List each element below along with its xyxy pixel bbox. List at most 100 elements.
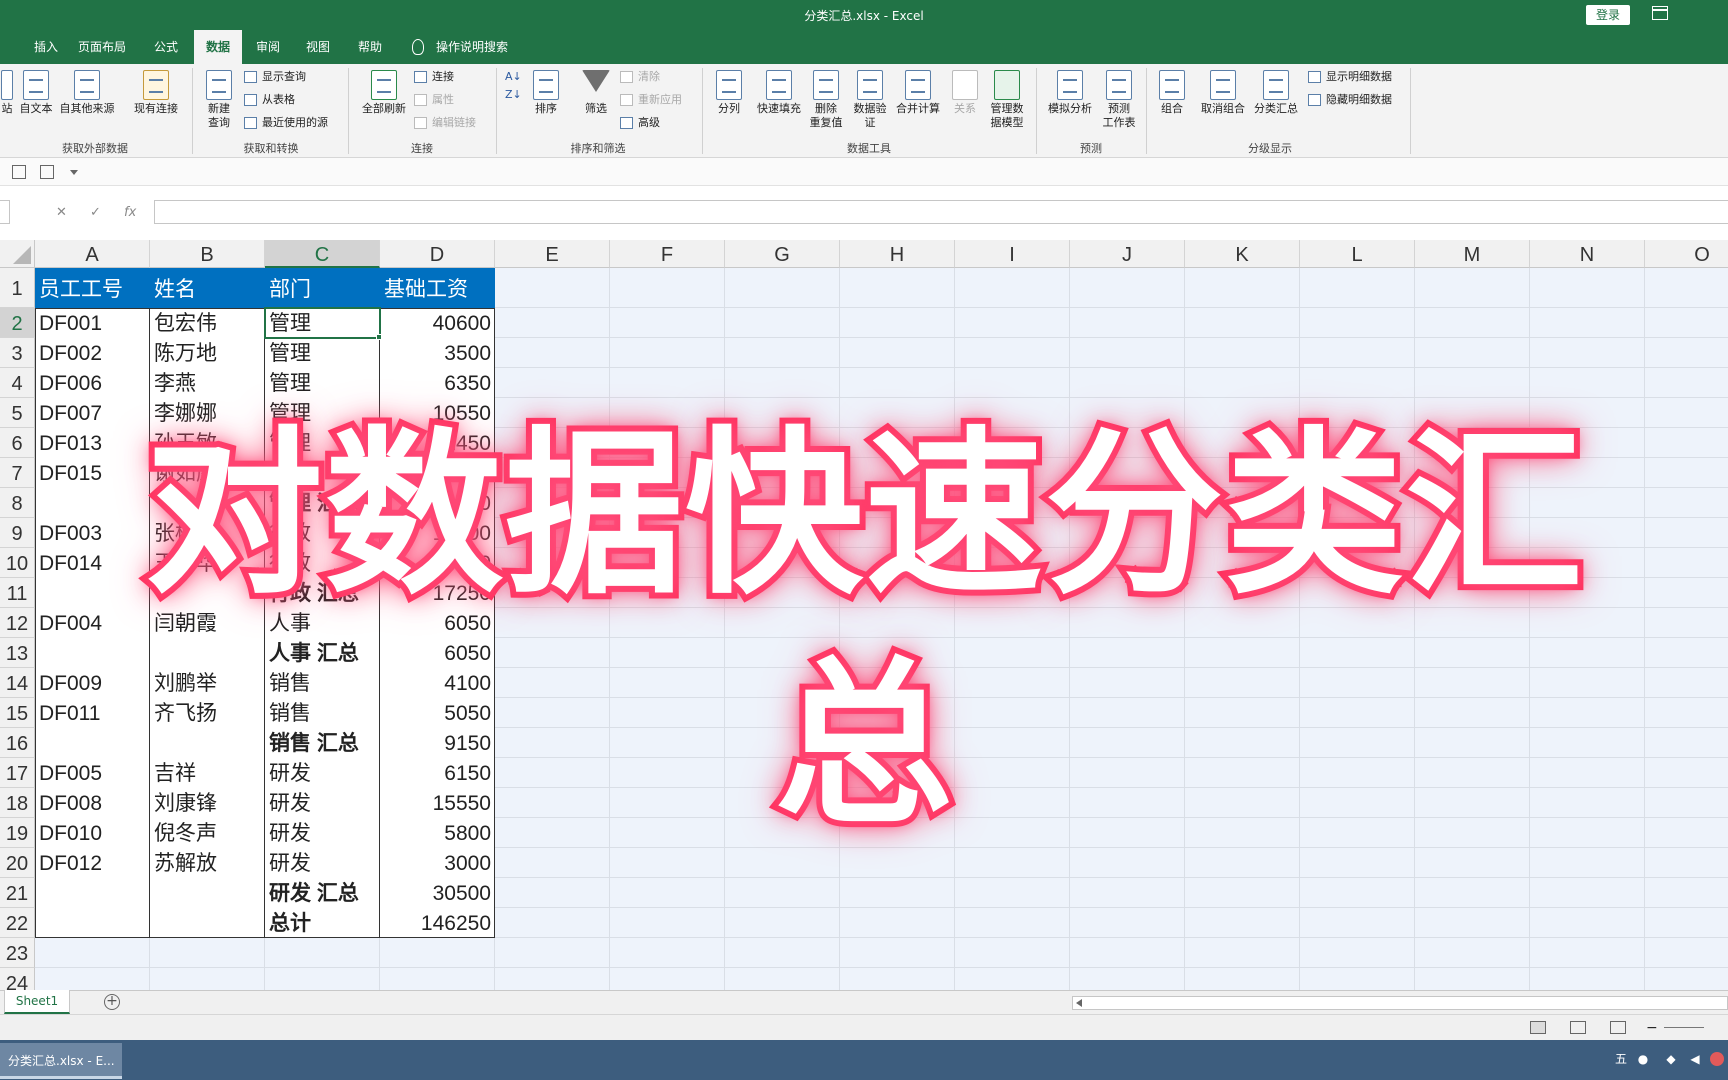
row-header-7[interactable]: 7 — [0, 458, 35, 488]
table-cell[interactable]: DF009 — [35, 668, 150, 698]
row-header-20[interactable]: 20 — [0, 848, 35, 878]
table-cell[interactable]: DF002 — [35, 338, 150, 368]
column-header-f[interactable]: F — [610, 240, 725, 268]
row-header-8[interactable]: 8 — [0, 488, 35, 518]
table-cell[interactable]: DF012 — [35, 848, 150, 878]
table-cell[interactable]: 6350 — [380, 368, 495, 398]
table-cell[interactable]: 人事 汇总 — [265, 638, 380, 668]
table-cell[interactable] — [35, 908, 150, 938]
table-cell[interactable]: 管理 — [265, 338, 380, 368]
table-cell[interactable]: 研发 汇总 — [265, 878, 380, 908]
add-sheet-icon[interactable]: + — [104, 994, 120, 1010]
select-all-button[interactable] — [0, 240, 35, 268]
show-detail-button[interactable]: 显示明细数据 — [1308, 68, 1392, 86]
data-validation-button[interactable]: 数据验 证 — [848, 70, 892, 130]
table-cell[interactable] — [35, 878, 150, 908]
tab-view[interactable]: 视图 — [298, 30, 338, 64]
from-other-sources-button[interactable]: 自其他来源 — [56, 70, 118, 116]
table-cell[interactable]: 15550 — [380, 788, 495, 818]
row-header-10[interactable]: 10 — [0, 548, 35, 578]
row-header-5[interactable]: 5 — [0, 398, 35, 428]
row-header-23[interactable]: 23 — [0, 938, 35, 968]
table-header-cell[interactable]: 姓名 — [150, 268, 265, 308]
fill-handle[interactable] — [376, 334, 382, 340]
filter-button[interactable]: 筛选 — [578, 70, 614, 116]
column-header-b[interactable]: B — [150, 240, 265, 268]
tab-help[interactable]: 帮助 — [350, 30, 390, 64]
group-button[interactable]: 组合 — [1154, 70, 1190, 116]
microphone-icon[interactable]: ● — [1636, 1052, 1650, 1066]
table-cell[interactable]: 销售 — [265, 698, 380, 728]
tab-insert[interactable]: 插入 — [26, 30, 66, 64]
ime-indicator[interactable]: 五 — [1614, 1052, 1628, 1066]
existing-connections-button[interactable]: 现有连接 — [128, 70, 184, 116]
forecast-sheet-button[interactable]: 预测 工作表 — [1098, 70, 1140, 130]
table-cell[interactable]: 5800 — [380, 818, 495, 848]
from-text-button[interactable]: 自文本 — [16, 70, 56, 116]
recent-sources-button[interactable]: 最近使用的源 — [244, 114, 328, 132]
table-cell[interactable]: DF008 — [35, 788, 150, 818]
advanced-filter-button[interactable]: 高级 — [620, 114, 660, 132]
table-cell[interactable]: 6150 — [380, 758, 495, 788]
row-header-22[interactable]: 22 — [0, 908, 35, 938]
subtotal-button[interactable]: 分类汇总 — [1250, 70, 1302, 116]
app-tray-icon[interactable] — [1710, 1052, 1724, 1066]
ribbon-display-options-icon[interactable] — [1652, 6, 1668, 20]
formula-input[interactable] — [154, 200, 1728, 224]
table-cell[interactable]: 5050 — [380, 698, 495, 728]
table-cell[interactable]: 30500 — [380, 878, 495, 908]
table-cell[interactable]: DF011 — [35, 698, 150, 728]
from-web-button[interactable]: 站 — [0, 70, 14, 116]
refresh-all-button[interactable]: 全部刷新 — [356, 70, 412, 116]
clear-filter-button[interactable]: 清除 — [620, 68, 660, 86]
tab-page-layout[interactable]: 页面布局 — [70, 30, 134, 64]
table-cell[interactable]: DF005 — [35, 758, 150, 788]
column-header-d[interactable]: D — [380, 240, 495, 268]
tab-formulas[interactable]: 公式 — [146, 30, 186, 64]
column-header-j[interactable]: J — [1070, 240, 1185, 268]
row-header-1[interactable]: 1 — [0, 268, 35, 308]
column-header-h[interactable]: H — [840, 240, 955, 268]
row-header-9[interactable]: 9 — [0, 518, 35, 548]
table-cell[interactable]: 刘鹏举 — [150, 668, 265, 698]
table-cell[interactable]: 销售 汇总 — [265, 728, 380, 758]
what-if-analysis-button[interactable]: 模拟分析 — [1042, 70, 1098, 116]
taskbar-excel-window[interactable]: 分类汇总.xlsx - E... — [0, 1043, 122, 1079]
enter-icon[interactable]: ✓ — [90, 205, 101, 220]
table-cell[interactable]: 4100 — [380, 668, 495, 698]
table-cell[interactable]: DF010 — [35, 818, 150, 848]
column-header-n[interactable]: N — [1530, 240, 1645, 268]
table-cell[interactable]: 3000 — [380, 848, 495, 878]
table-cell[interactable]: 刘康锋 — [150, 788, 265, 818]
table-cell[interactable]: 总计 — [265, 908, 380, 938]
table-cell[interactable]: 9150 — [380, 728, 495, 758]
table-cell[interactable] — [35, 728, 150, 758]
active-cell-selection[interactable] — [264, 307, 381, 339]
text-to-columns-button[interactable]: 分列 — [710, 70, 748, 116]
row-header-24[interactable]: 24 — [0, 968, 35, 990]
data-model-button[interactable]: 管理数 据模型 — [984, 70, 1030, 130]
table-cell[interactable] — [150, 728, 265, 758]
column-header-m[interactable]: M — [1415, 240, 1530, 268]
row-header-11[interactable]: 11 — [0, 578, 35, 608]
tab-review[interactable]: 审阅 — [248, 30, 288, 64]
zoom-slider[interactable] — [1664, 1027, 1704, 1028]
table-cell[interactable]: 包宏伟 — [150, 308, 265, 338]
row-header-16[interactable]: 16 — [0, 728, 35, 758]
table-cell[interactable]: 146250 — [380, 908, 495, 938]
row-header-4[interactable]: 4 — [0, 368, 35, 398]
table-cell[interactable]: 苏解放 — [150, 848, 265, 878]
properties-button[interactable]: 属性 — [414, 91, 454, 109]
column-header-c[interactable]: C — [265, 240, 380, 268]
new-query-button[interactable]: 新建 查询 — [198, 70, 240, 130]
table-cell[interactable] — [150, 878, 265, 908]
connections-button[interactable]: 连接 — [414, 68, 454, 86]
table-cell[interactable]: 研发 — [265, 788, 380, 818]
column-header-e[interactable]: E — [495, 240, 610, 268]
column-header-o[interactable]: O — [1645, 240, 1728, 268]
table-cell[interactable]: 倪冬声 — [150, 818, 265, 848]
table-cell[interactable]: 研发 — [265, 758, 380, 788]
column-header-l[interactable]: L — [1300, 240, 1415, 268]
table-cell[interactable]: 陈万地 — [150, 338, 265, 368]
table-cell[interactable]: 吉祥 — [150, 758, 265, 788]
